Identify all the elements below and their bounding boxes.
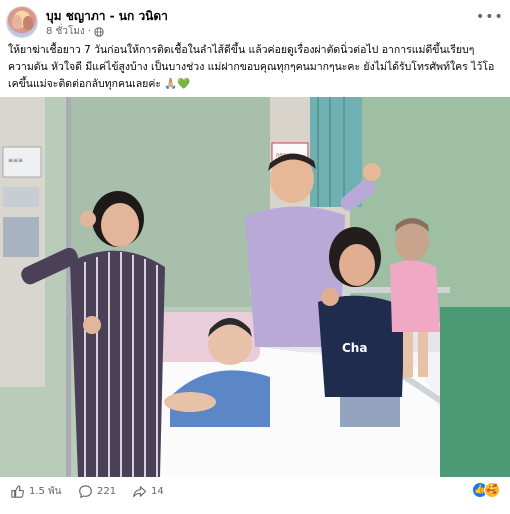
post-time[interactable]: 8 ชั่วโมง (46, 24, 85, 39)
post-card: บุม ชญาภา - นก วนิดา 8 ชั่วโมง · ••• ให้… (0, 0, 510, 514)
comment-button[interactable]: 221 (78, 484, 116, 499)
share-button[interactable]: 14 (132, 484, 164, 499)
post-photo[interactable]: ≡≡≡ กรุณา (0, 97, 510, 477)
like-count: 1.5 พัน (29, 486, 62, 497)
post-text: ให้ยาฆ่าเชื้อยาว 7 วันก่อนให้การติดเชื้อ… (8, 44, 495, 90)
reaction-summary[interactable]: 👍 🥰 (472, 482, 500, 498)
thumbs-up-icon (11, 485, 24, 498)
svg-text:≡≡≡: ≡≡≡ (8, 157, 23, 164)
share-count: 14 (151, 486, 164, 497)
care-reaction-icon: 🥰 (484, 482, 500, 498)
comment-count: 221 (97, 486, 117, 497)
comment-bubble-icon (79, 485, 92, 499)
more-horizontal-icon[interactable]: ••• (476, 10, 503, 26)
meta-separator: · (87, 26, 91, 37)
like-button[interactable]: 1.5 พัน (10, 484, 62, 499)
post-header: บุม ชญาภา - นก วนิดา 8 ชั่วโมง · ••• (6, 6, 503, 39)
svg-text:Cha: Cha (342, 341, 367, 355)
share-arrow-icon (133, 486, 147, 498)
author-avatar[interactable] (6, 6, 38, 38)
post-meta: 8 ชั่วโมง · (46, 24, 104, 39)
public-globe-icon (94, 26, 104, 37)
post-actions-bar: 1.5 พัน 221 14 👍 🥰 (0, 480, 510, 506)
hospital-photo: ≡≡≡ กรุณา (0, 97, 510, 477)
